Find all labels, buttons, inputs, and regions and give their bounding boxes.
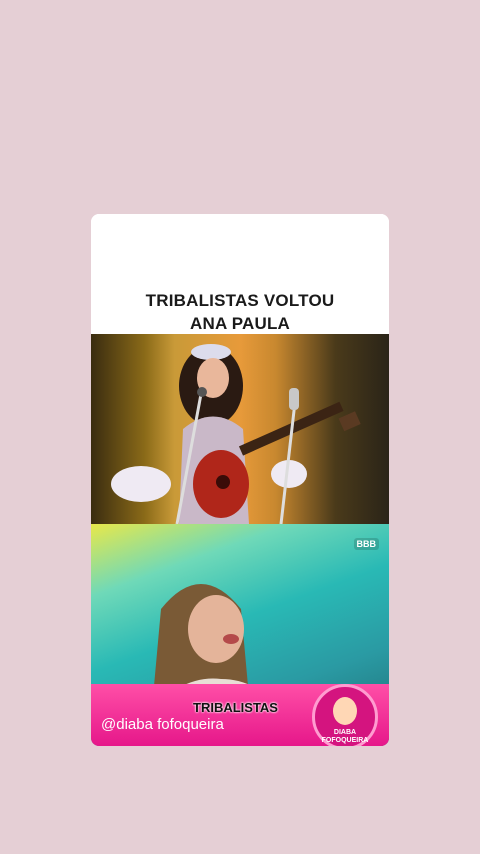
reaction-frame: BBB TRIBALISTAS @diaba fofoqueira DIABA … [91,524,389,746]
performance-frame [91,334,389,525]
video-card[interactable]: TRIBALISTAS VOLTOU ANA PAULA BBB TRIBALI… [91,214,389,746]
bbb-badge: BBB [353,538,379,550]
caption-line-1: TRIBALISTAS VOLTOU [145,291,335,310]
page: { "caption": { "line1": "TRIBALISTAS VOL… [0,0,480,854]
logo-text-line-2: FOFOQUEIRA [321,737,369,744]
diaba-fofoqueira-logo: DIABA FOFOQUEIRA [312,684,378,746]
creator-handle: @diaba fofoqueira [101,716,224,733]
singer-with-guitar-image [111,344,361,525]
caption-line-2: ANA PAULA [189,314,290,333]
song-label: TRIBALISTAS [193,700,278,715]
devil-face-icon [333,697,357,725]
logo-text-line-1: DIABA [333,729,357,736]
caption-area: TRIBALISTAS VOLTOU ANA PAULA [91,214,389,334]
